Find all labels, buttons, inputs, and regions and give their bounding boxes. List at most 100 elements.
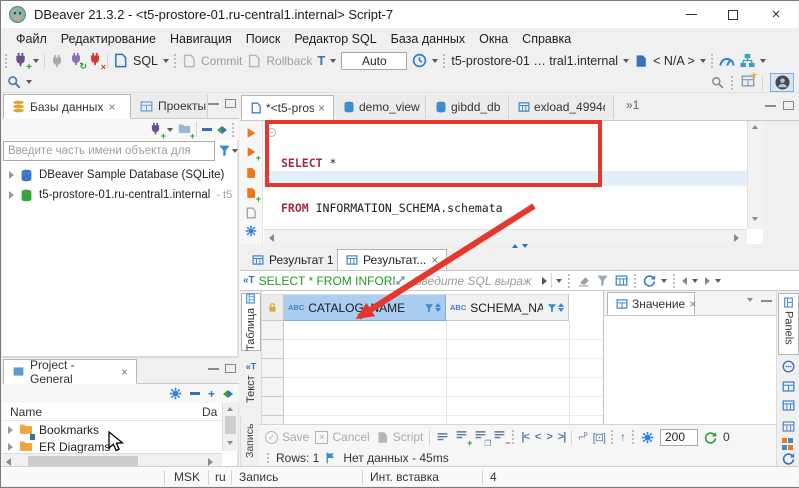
clear-filter-eraser-icon[interactable]	[577, 274, 590, 287]
column-name-header[interactable]: Name	[10, 405, 42, 419]
execute-statement-icon[interactable]	[245, 127, 257, 139]
project-link-icon[interactable]	[223, 389, 233, 398]
scroll-left-icon[interactable]	[269, 234, 274, 242]
close-button[interactable]: ×	[754, 1, 798, 28]
sql-editor[interactable]: + + − SELECT * FROM INFORMATION_SCHEMA.s…	[240, 121, 799, 260]
grid-config-icon[interactable]	[615, 274, 628, 287]
fold-collapse-icon[interactable]: −	[267, 128, 276, 137]
transaction-dropdown[interactable]	[330, 58, 337, 63]
calc-panel-icon[interactable]	[782, 420, 795, 433]
value-viewer-icon[interactable]	[782, 360, 795, 373]
new-connection-dropdown[interactable]	[33, 58, 39, 63]
fetch-size-input[interactable]: 200	[660, 428, 698, 446]
new-connection-icon[interactable]: +	[13, 52, 32, 73]
value-panel-minimize-icon[interactable]	[761, 299, 772, 302]
filter-apply-icon[interactable]	[541, 276, 547, 285]
scroll-up-icon[interactable]	[227, 407, 233, 411]
filter-history-dropdown[interactable]	[555, 278, 562, 283]
auto-refresh-icon[interactable]	[704, 431, 717, 444]
connection-selector[interactable]: t5-prostore-01 … tral1.internal	[451, 54, 618, 68]
record-mode-toggle[interactable]: Запись	[240, 415, 259, 466]
menu-search[interactable]: Поиск	[239, 32, 288, 46]
menu-database[interactable]: База данных	[384, 32, 472, 46]
delete-row-icon[interactable]: −	[493, 429, 510, 448]
link-editor-icon[interactable]	[217, 125, 227, 134]
navigator-minimize-icon[interactable]	[208, 102, 219, 105]
value-panel-menu-icon[interactable]	[747, 298, 753, 302]
first-row-icon[interactable]: |<	[521, 431, 529, 443]
metadata-panel-icon[interactable]	[782, 380, 795, 393]
scroll-down-icon[interactable]	[227, 441, 233, 445]
transaction-mode-icon[interactable]: T	[317, 53, 325, 68]
search-dropdown[interactable]	[26, 80, 32, 84]
grid-corner-cell[interactable]	[262, 294, 284, 321]
navigator-filter-dropdown[interactable]	[232, 149, 238, 153]
nav-new-connection-dropdown[interactable]	[167, 127, 173, 132]
schema-selector[interactable]: < N/A >	[653, 54, 695, 68]
tab-project-close-icon[interactable]: ×	[121, 366, 128, 378]
sql-dropdown[interactable]	[163, 58, 170, 63]
scroll-thumb[interactable]	[225, 416, 236, 434]
grid-panel-icon[interactable]	[782, 399, 795, 412]
tree-item-t5-prostore[interactable]: t5-prostore-01.ru-central1.internal - t5	[2, 185, 239, 205]
filters-funnel-icon[interactable]	[596, 274, 609, 287]
expander-icon[interactable]	[8, 426, 13, 434]
duplicate-row-icon[interactable]: ❐	[474, 429, 491, 448]
cancel-button[interactable]: × Cancel	[315, 430, 370, 444]
menu-window[interactable]: Окна	[472, 32, 515, 46]
project-settings-gear-icon[interactable]	[169, 387, 182, 400]
rollback-button[interactable]: Rollback	[266, 54, 312, 68]
tab-result-1[interactable]: Результат 1	[244, 250, 342, 270]
tab-value-close-icon[interactable]: ×	[689, 298, 696, 310]
dbeaver-perspective-button[interactable]	[770, 73, 794, 92]
execute-new-tab-icon[interactable]: +	[245, 146, 261, 163]
expander-icon[interactable]	[9, 171, 14, 179]
execute-script-icon[interactable]	[245, 167, 257, 179]
commit-button[interactable]: Commit	[201, 54, 242, 68]
refresh-dropdown[interactable]	[660, 278, 667, 283]
sql-editor-icon[interactable]	[113, 53, 128, 68]
next-row-icon[interactable]: >	[546, 431, 553, 443]
search-icon[interactable]	[7, 75, 21, 89]
connect-icon[interactable]	[50, 54, 64, 68]
export-icon[interactable]: ↑	[620, 430, 626, 444]
scroll-up-icon[interactable]	[752, 125, 758, 129]
menu-navigate[interactable]: Навигация	[163, 32, 239, 46]
connection-dropdown[interactable]	[623, 58, 630, 63]
add-row-icon[interactable]: +	[455, 429, 472, 448]
tab-grid-presentation[interactable]: Таблица	[241, 293, 261, 351]
nav-new-connection-icon[interactable]: +	[149, 122, 166, 141]
scroll-left-icon[interactable]	[6, 458, 11, 466]
column-header-schema-name[interactable]: ABC SCHEMA_NAME	[446, 294, 569, 321]
scroll-right-icon[interactable]	[734, 234, 739, 242]
quick-access-search-icon[interactable]	[711, 76, 724, 89]
menu-sql-editor[interactable]: Редактор SQL	[287, 32, 383, 46]
execute-script-new-icon[interactable]: +	[245, 187, 261, 204]
sql-button[interactable]: SQL	[133, 54, 158, 68]
tab-panels[interactable]: Panels	[778, 293, 799, 355]
project-expand-icon[interactable]: +	[208, 388, 215, 400]
tab-exload[interactable]: exload_4994d...	[510, 95, 614, 119]
maximize-button[interactable]	[712, 1, 754, 28]
editor-horizontal-scrollbar[interactable]	[264, 229, 747, 244]
disconnect-icon[interactable]: ×	[88, 52, 106, 72]
editor-minimize-icon[interactable]	[765, 104, 776, 107]
column-header-catalog-name[interactable]: ABC CATALOG_NAME	[284, 294, 446, 321]
tab-project-general[interactable]: Project - General ×	[3, 358, 137, 386]
filter-placeholder[interactable]: Введите SQL выраж	[414, 274, 542, 288]
grouping-panel-icon[interactable]	[782, 437, 795, 450]
last-row-icon[interactable]: >|	[558, 431, 566, 443]
expander-icon[interactable]	[9, 191, 14, 199]
schema-dropdown[interactable]	[699, 58, 706, 63]
tx-log-dropdown[interactable]	[432, 58, 439, 63]
filter-query-text[interactable]: SELECT * FROM INFORMATION_SCH	[259, 274, 395, 288]
save-button[interactable]: ✓ Save	[265, 430, 309, 444]
nav-forward-icon[interactable]	[704, 276, 710, 285]
menu-file[interactable]: Файл	[9, 32, 54, 46]
rotate-panel-icon[interactable]	[782, 452, 795, 465]
navigator-filter-input[interactable]: Введите часть имени объекта для	[3, 141, 215, 161]
project-item-bookmarks[interactable]: Bookmarks	[2, 421, 222, 440]
tab-databases-close-icon[interactable]: ×	[108, 101, 115, 113]
tab-overflow-chevron[interactable]: »1	[626, 98, 639, 112]
filter-expand-icon[interactable]	[395, 275, 406, 286]
